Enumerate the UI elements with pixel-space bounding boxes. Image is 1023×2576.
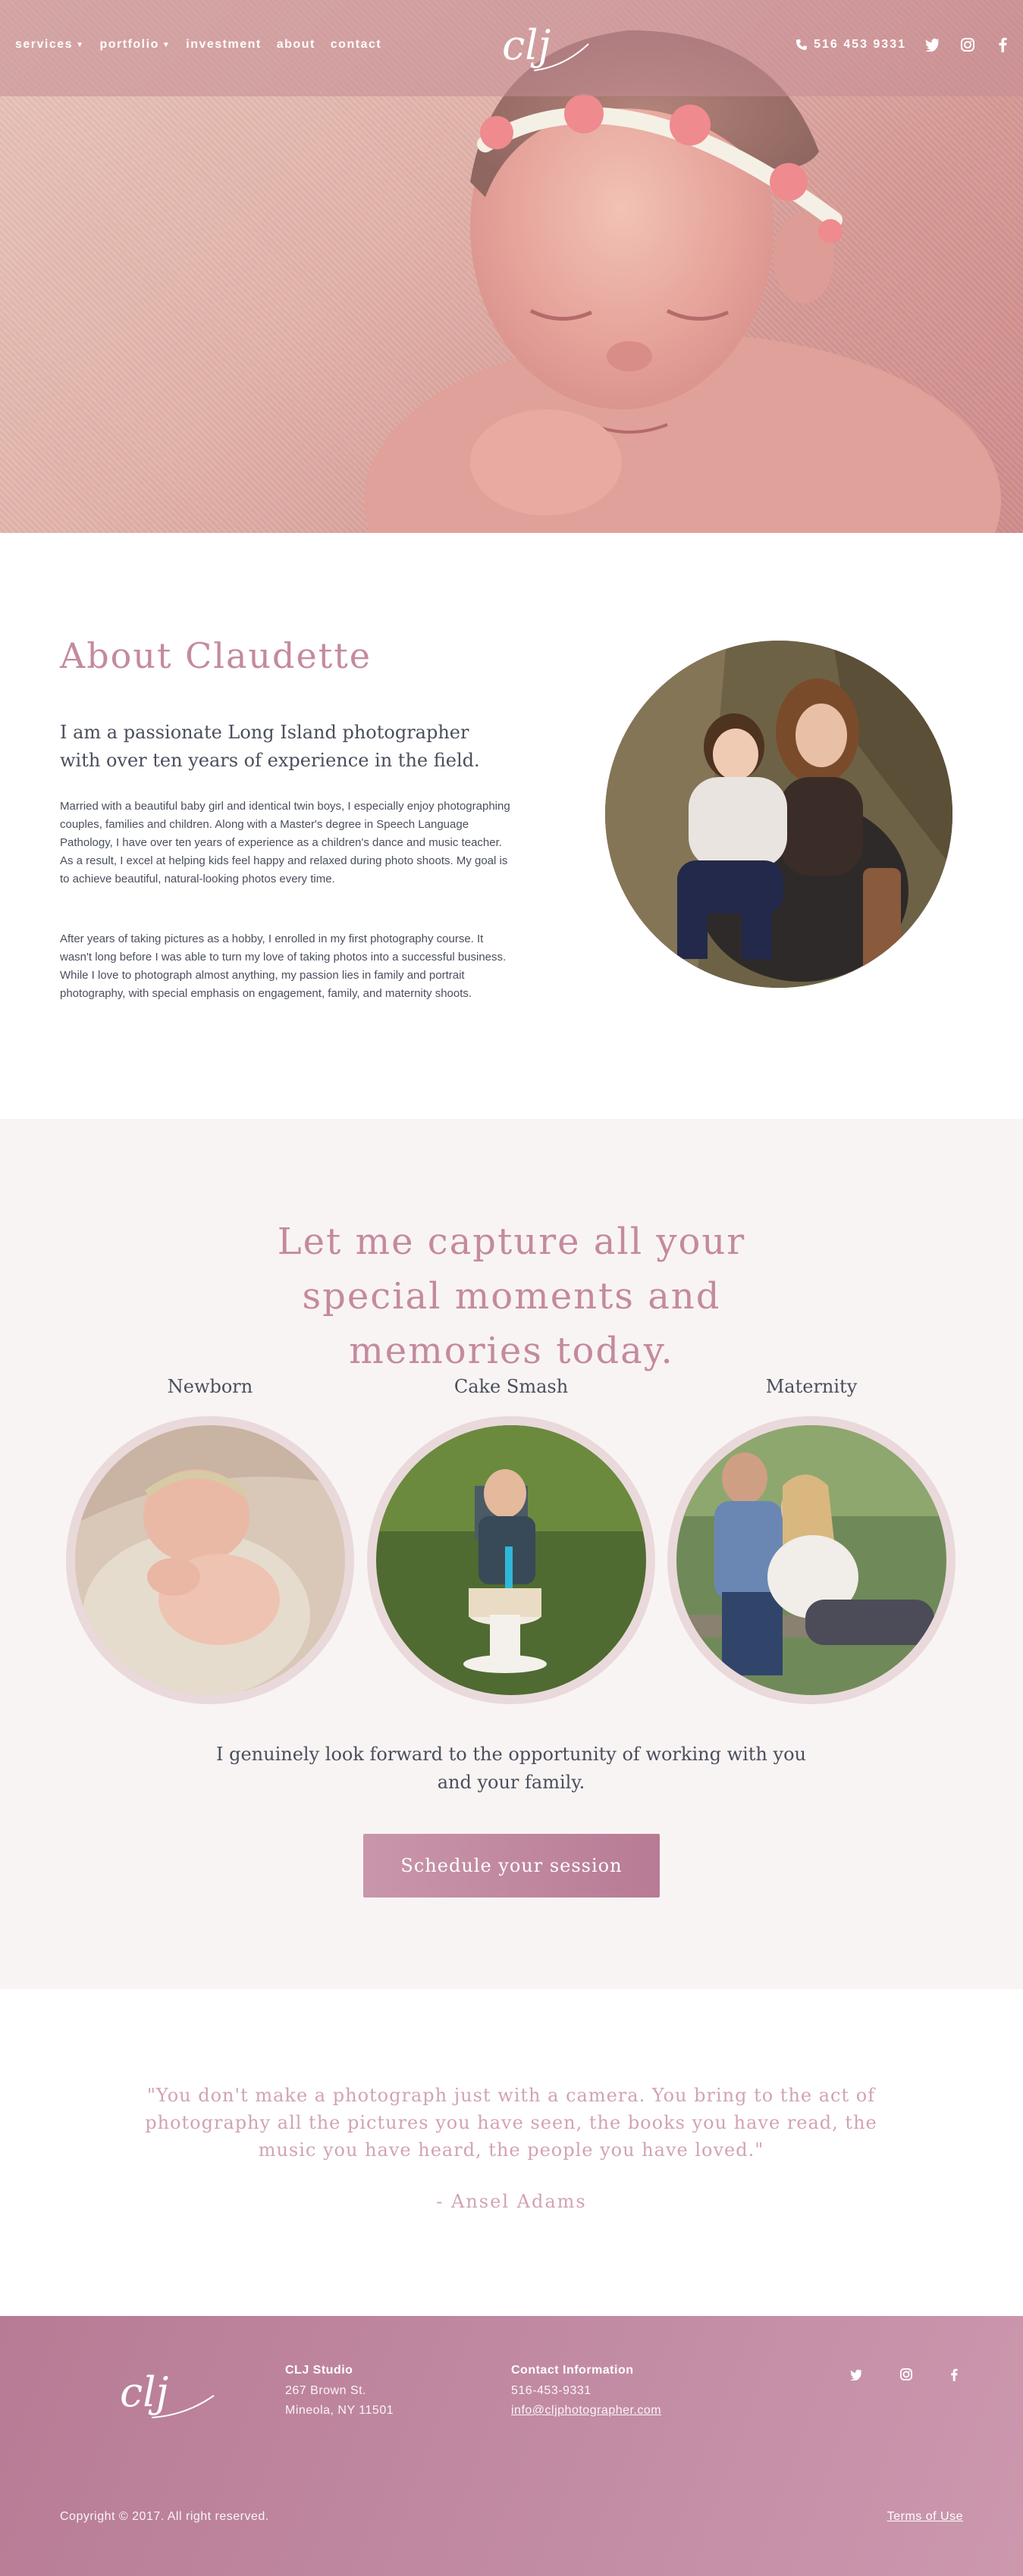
nav-portfolio[interactable]: portfolio ▼ bbox=[99, 38, 171, 52]
service-title-cake-smash: Cake Smash bbox=[453, 1376, 569, 1397]
nav-contact[interactable]: contact bbox=[331, 38, 381, 52]
twitter-icon[interactable] bbox=[924, 36, 941, 53]
hero-banner: services ▼ portfolio ▼ investment about co… bbox=[0, 0, 1023, 533]
footer-contact-title: Contact Information bbox=[511, 2364, 634, 2377]
phone-icon bbox=[796, 39, 808, 50]
facebook-icon[interactable] bbox=[946, 2366, 962, 2383]
phone-number: 516 453 9331 bbox=[814, 38, 906, 51]
services-heading: Let me capture all your special moments … bbox=[0, 1214, 1023, 1378]
footer-clj-logo[interactable]: clj bbox=[114, 2359, 220, 2429]
footer-studio-title: CLJ Studio bbox=[285, 2364, 353, 2377]
nav-investment-label: investment bbox=[186, 38, 262, 51]
cake-smash-photo bbox=[376, 1425, 646, 1695]
nav-services[interactable]: services ▼ bbox=[15, 38, 84, 52]
nav-about-label: about bbox=[276, 38, 315, 51]
schedule-session-button[interactable]: Schedule your session bbox=[363, 1834, 660, 1898]
nav-about[interactable]: about bbox=[277, 38, 315, 52]
footer-phone: 516-453-9331 bbox=[511, 2384, 592, 2397]
terms-of-use-link[interactable]: Terms of Use bbox=[887, 2510, 963, 2524]
quote-text: "You don't make a photograph just with a… bbox=[145, 2085, 877, 2161]
footer bbox=[0, 2316, 1023, 2576]
footer-address-line1: 267 Brown St. bbox=[285, 2384, 366, 2397]
chevron-down-icon: ▼ bbox=[76, 40, 85, 49]
service-newborn-image[interactable] bbox=[66, 1416, 354, 1704]
twitter-icon[interactable] bbox=[848, 2366, 865, 2383]
main-nav: services ▼ portfolio ▼ investment about co… bbox=[15, 38, 381, 52]
footer-address-line2: Mineola, NY 11501 bbox=[285, 2404, 394, 2417]
nav-services-label: services bbox=[15, 38, 74, 51]
about-lead: I am a passionate Long Island photograph… bbox=[60, 722, 480, 771]
top-navbar: services ▼ portfolio ▼ investment about co… bbox=[0, 0, 1023, 96]
mother-child-photo bbox=[605, 641, 952, 988]
footer-email-link[interactable]: info@cljphotographer.com bbox=[511, 2404, 661, 2418]
instagram-icon[interactable] bbox=[898, 2366, 915, 2383]
services-heading-text: Let me capture all your special moments … bbox=[277, 1221, 746, 1372]
maternity-photo bbox=[676, 1425, 946, 1695]
about-paragraph: Married with a beautiful baby girl and i… bbox=[60, 800, 510, 885]
service-title-maternity: Maternity bbox=[765, 1376, 858, 1397]
service-cake-smash-image[interactable] bbox=[367, 1416, 655, 1704]
about-heading: About Claudette bbox=[60, 635, 372, 676]
nav-portfolio-label: portfolio bbox=[99, 38, 159, 51]
chevron-down-icon: ▼ bbox=[162, 40, 171, 49]
logo-text: clj bbox=[502, 21, 551, 69]
facebook-icon[interactable] bbox=[994, 36, 1011, 53]
newborn-photo bbox=[75, 1425, 345, 1695]
nav-contact-social: 516 453 9331 bbox=[795, 36, 1011, 53]
nav-contact-label: contact bbox=[330, 38, 382, 51]
about-paragraph: After years of taking pictures as a hobb… bbox=[60, 932, 507, 1000]
quote-author: - Ansel Adams bbox=[436, 2191, 587, 2212]
service-maternity-image[interactable] bbox=[667, 1416, 956, 1704]
services-text: I genuinely look forward to the opportun… bbox=[216, 1744, 806, 1793]
copyright: Copyright © 2017. All right reserved. bbox=[60, 2510, 269, 2523]
clj-logo[interactable]: clj bbox=[488, 14, 595, 83]
phone-link[interactable]: 516 453 9331 bbox=[795, 38, 906, 52]
footer-logo-text: clj bbox=[120, 2368, 168, 2416]
nav-investment[interactable]: investment bbox=[186, 38, 261, 52]
service-title-newborn: Newborn bbox=[167, 1376, 253, 1397]
about-photo bbox=[605, 641, 952, 988]
instagram-icon[interactable] bbox=[959, 36, 976, 53]
